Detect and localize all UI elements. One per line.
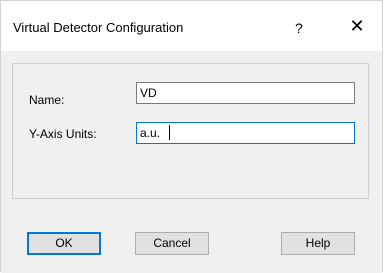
y-axis-units-label: Y-Axis Units: (29, 127, 97, 141)
help-question-icon[interactable]: ? (295, 20, 303, 36)
dialog-body: Name: Y-Axis Units: OK Cancel Help (1, 51, 382, 273)
ok-button[interactable]: OK (27, 232, 101, 255)
close-icon[interactable]: ✕ (346, 15, 368, 37)
name-field[interactable] (136, 82, 355, 104)
dialog-title: Virtual Detector Configuration (13, 20, 184, 35)
cancel-button[interactable]: Cancel (135, 232, 209, 255)
title-bar: Virtual Detector Configuration ? ✕ (1, 1, 382, 51)
text-caret (169, 125, 170, 140)
help-button[interactable]: Help (281, 232, 355, 255)
virtual-detector-dialog: Virtual Detector Configuration ? ✕ Name:… (0, 0, 383, 273)
name-label: Name: (29, 93, 65, 107)
